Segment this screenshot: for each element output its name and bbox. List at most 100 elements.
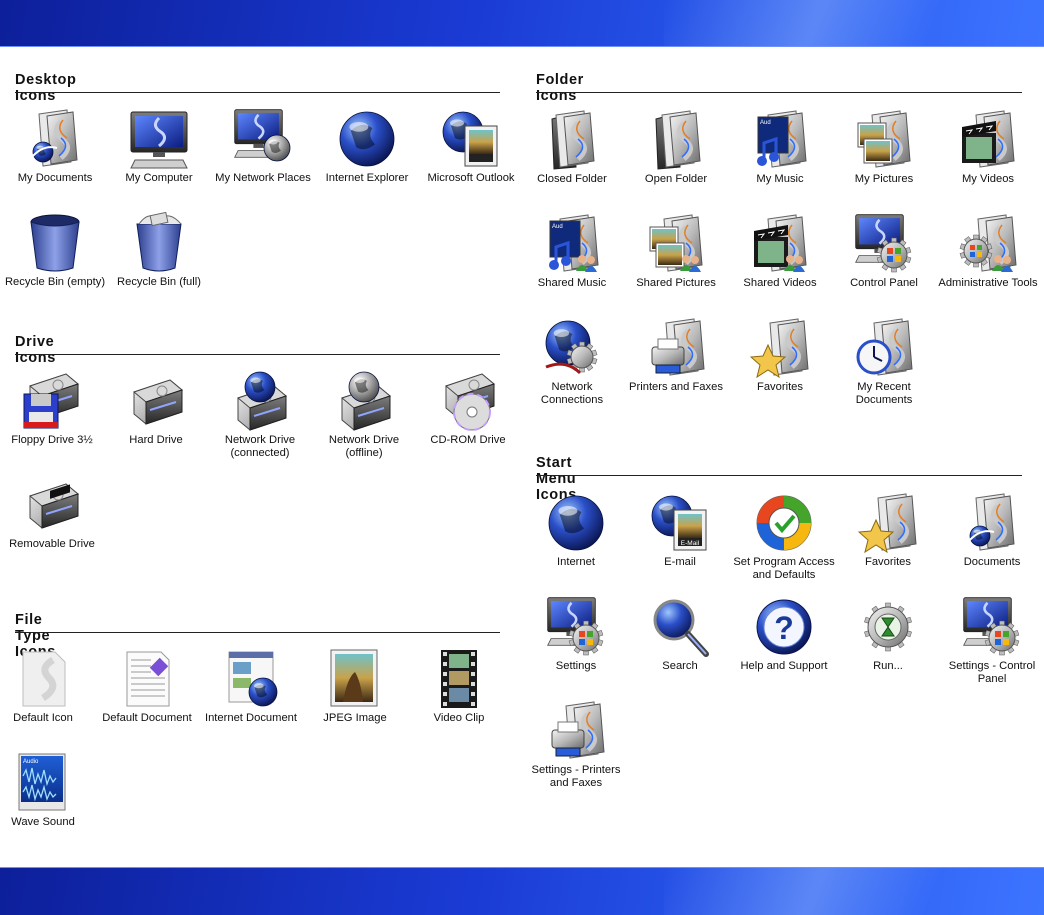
icon-label: Floppy Drive 3½ [11,434,93,446]
audio-label-text: Audio [23,759,39,765]
shared-pictures-icon [646,213,706,275]
network-drive-connected-icon [230,370,290,432]
icon-label: Internet [557,556,595,568]
section-divider [15,92,500,93]
my-computer-icon [129,108,189,170]
administrative-tools-icon [958,213,1018,275]
shared-videos-icon [750,213,810,275]
icon-label: Removable Drive [9,538,95,550]
icon-label: Shared Pictures [636,277,716,289]
icon-label: Settings - Control Panel [948,660,1036,685]
my-documents-icon [25,108,85,170]
icon-label: Internet Explorer [325,172,409,184]
icon-label: Printers and Faxes [629,381,723,393]
jpeg-image-icon [325,648,385,710]
section-title: Drive Icons [15,334,56,366]
recycle-bin-empty-icon [25,212,85,274]
shared-music-icon: Aud [542,213,602,275]
audio-label-text: Aud [552,224,563,230]
icon-label: My Music [756,173,804,185]
network-connections-icon [542,317,602,379]
program-access-icon [754,492,814,554]
icon-label: Microsoft Outlook [427,172,515,184]
favorites-icon [857,492,918,554]
icon-label: Documents [963,556,1021,568]
email-stamp-text: E-Mail [681,540,700,547]
printers-faxes-icon [646,317,706,379]
icon-label: Favorites [864,556,911,568]
icon-label: My Pictures [854,173,914,185]
icon-label: Set Program Access and Defaults [733,556,835,581]
icon-label: CD-ROM Drive [430,434,506,446]
icon-label: Shared Videos [743,277,817,289]
cdrom-drive-icon [438,370,498,432]
icon-label: Wave Sound [11,816,75,828]
icon-label: Open Folder [644,173,708,185]
section-divider [15,354,500,355]
icon-label: Default Document [102,712,192,724]
network-drive-offline-icon [334,370,394,432]
favorites-icon [749,317,810,379]
icon-label: Network Drive (connected) [224,434,296,459]
icon-label: Settings [555,660,597,672]
icon-label: Video Clip [433,712,485,724]
icon-label: Default Icon [13,712,73,724]
floppy-drive-icon [22,370,82,432]
control-panel-icon [854,213,914,275]
bottom-banner [0,867,1044,915]
icon-label: Recycle Bin (empty) [4,276,106,288]
email-icon: E-Mail [650,492,710,554]
icon-label: My Videos [961,173,1015,185]
settings-icon [546,596,606,658]
microsoft-outlook-icon [441,108,501,170]
section-divider [536,92,1022,93]
section-title: Desktop Icons [15,72,77,104]
question-mark-text: ? [774,610,794,646]
icon-label: Hard Drive [129,434,183,446]
icon-label: Network Drive (offline) [328,434,400,459]
top-banner [0,0,1044,47]
recent-documents-icon [854,317,914,379]
search-icon [650,596,710,658]
icon-label: My Computer [125,172,193,184]
run-icon [858,596,918,658]
icon-label: Internet Document [204,712,298,724]
icon-label: E-mail [664,556,696,568]
settings-control-panel-icon [962,596,1022,658]
my-network-places-icon [233,108,293,170]
default-file-icon [13,648,73,710]
internet-document-icon [221,648,281,710]
my-music-icon: Aud [750,109,810,171]
icon-label: Control Panel [850,277,918,289]
help-support-icon: ? [754,596,814,658]
icon-label: Favorites [756,381,803,393]
recycle-bin-full-icon [129,211,189,274]
audio-label-text: Aud [760,120,771,126]
icon-label: Shared Music [537,277,607,289]
icon-label: Recycle Bin (full) [117,276,201,288]
hard-drive-icon [126,370,186,432]
icon-label: Help and Support [740,660,828,672]
icon-label: Network Connections [540,381,604,406]
removable-drive-icon [22,474,82,536]
video-clip-icon [429,648,489,710]
wave-sound-icon: Audio [13,752,73,814]
icon-label: Closed Folder [537,173,607,185]
icon-label: My Network Places [215,172,311,184]
icon-label: JPEG Image [323,712,387,724]
icon-label: Settings - Printers and Faxes [531,764,621,789]
section-divider [15,632,500,633]
settings-printers-icon [546,700,606,762]
my-pictures-icon [854,109,914,171]
section-title: Folder Icons [536,72,584,104]
icon-label: Search [662,660,698,672]
icon-label: My Recent Documents [855,381,913,406]
internet-explorer-icon [337,108,397,170]
section-divider [536,475,1022,476]
icon-label: Administrative Tools [938,277,1038,289]
icon-label: Run... [873,660,903,672]
internet-icon [546,492,606,554]
open-folder-icon [646,109,706,171]
my-videos-icon [958,109,1018,171]
closed-folder-icon [542,109,602,171]
